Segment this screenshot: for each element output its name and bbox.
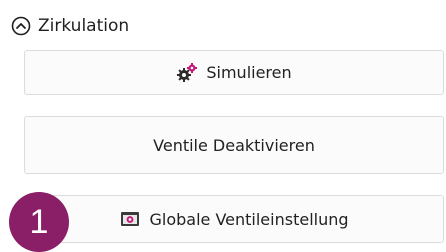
ventile-deaktivieren-button[interactable]: Ventile Deaktivieren <box>24 116 444 174</box>
chevron-up-circle-icon[interactable] <box>10 15 32 37</box>
simulieren-label: Simulieren <box>206 63 292 82</box>
section-title: Zirkulation <box>38 16 130 36</box>
gears-icon <box>176 62 198 84</box>
valve-settings-icon <box>119 208 141 230</box>
section-header-zirkulation[interactable]: Zirkulation <box>10 13 129 39</box>
step-number: 1 <box>29 202 49 241</box>
simulieren-button[interactable]: Simulieren <box>24 50 444 95</box>
globale-ventileinstellung-button[interactable]: Globale Ventileinstellung <box>24 195 444 243</box>
globale-ventileinstellung-label: Globale Ventileinstellung <box>149 209 349 229</box>
ventile-deaktivieren-label: Ventile Deaktivieren <box>153 135 315 155</box>
step-number-badge: 1 <box>9 192 69 252</box>
